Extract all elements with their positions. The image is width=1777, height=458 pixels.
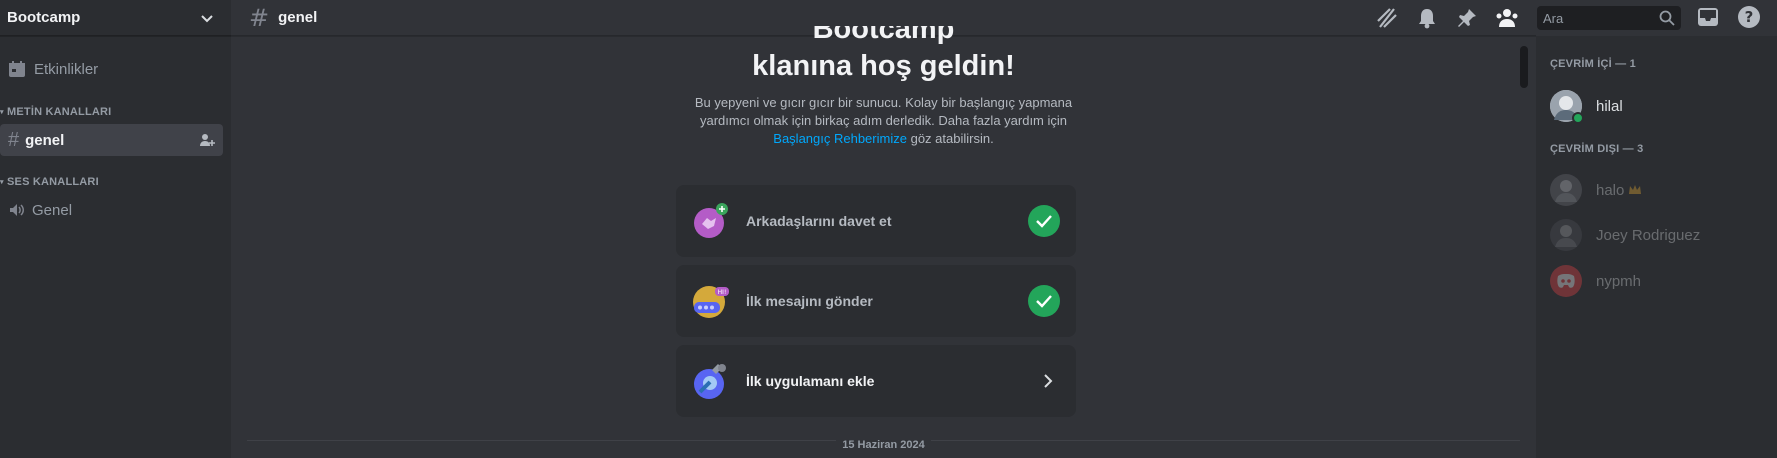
inbox-icon[interactable] [1696, 5, 1720, 33]
caret-down-icon: ▾ [0, 179, 4, 186]
avatar [1550, 90, 1584, 124]
calendar-icon [9, 61, 25, 77]
date-divider: 15 Haziran 2024 [231, 433, 1536, 452]
topbar-toolbar [1375, 0, 1535, 36]
chevron-right-icon [1036, 369, 1060, 393]
speaker-icon [10, 204, 24, 216]
svg-text:?: ? [1745, 8, 1754, 26]
online-status-icon [1572, 112, 1584, 124]
member-nypmh[interactable]: nypmh [1550, 263, 1642, 299]
member-joey-rodriguez[interactable]: Joey Rodriguez [1550, 217, 1701, 253]
text-category-label: METİN KANALLARI [7, 106, 112, 118]
hash-icon: # [8, 128, 20, 151]
date-label: 15 Haziran 2024 [836, 439, 931, 451]
member-name: halo [1596, 181, 1625, 199]
online-header: ÇEVRİM İÇİ — 1 [1550, 58, 1636, 70]
search-icon [1659, 10, 1675, 26]
task-label: İlk uygulamanı ekle [746, 373, 875, 389]
scrollbar-thumb[interactable] [1520, 46, 1528, 88]
task-label: İlk mesajını gönder [746, 293, 873, 309]
chevron-down-icon [201, 14, 213, 22]
events-item[interactable]: Etkinlikler [6, 52, 223, 86]
member-name: nypmh [1596, 272, 1642, 290]
channel-sidebar: Bootcamp Etkinlikler ▾ METİN KANALLARI #… [0, 0, 231, 458]
guide-link[interactable]: Başlangıç Rehberimize [773, 131, 907, 146]
members-icon[interactable] [1495, 6, 1519, 30]
server-header[interactable]: Bootcamp [0, 0, 231, 36]
text-category-header[interactable]: ▾ METİN KANALLARI [0, 104, 231, 120]
welcome-title-text: Bootcamp [812, 26, 955, 45]
task-invite-friends[interactable]: Arkadaşlarını davet et [676, 185, 1076, 257]
offline-header: ÇEVRİM DIŞI — 3 [1550, 143, 1644, 155]
member-halo[interactable]: halo [1550, 172, 1642, 208]
add-member-icon[interactable] [199, 132, 215, 148]
crown-icon [1629, 185, 1642, 194]
svg-text:HI!: HI! [718, 289, 727, 296]
member-name: Joey Rodriguez [1596, 226, 1701, 244]
welcome-section: Bootcamp klanına hoş geldin! Bu yepyeni … [231, 26, 1536, 148]
send-message-icon: HI! [692, 282, 730, 320]
channel-name: genel [25, 131, 65, 149]
chat-main: # genel Bootcamp klanına hoş geldin! Bu … [231, 0, 1536, 458]
help-icon[interactable]: ? [1737, 5, 1761, 33]
member-list: ÇEVRİM İÇİ — 1 hilal ÇEVRİM DIŞI — 3 hal… [1536, 36, 1777, 458]
search-box[interactable] [1537, 6, 1681, 30]
server-name: Bootcamp [7, 9, 81, 26]
check-icon [1028, 205, 1060, 237]
avatar [1550, 219, 1582, 251]
search-input[interactable] [1543, 10, 1653, 26]
welcome-desc-text-after: göz atabilirsin. [910, 131, 994, 146]
channel-title: genel [278, 9, 318, 26]
task-send-message[interactable]: HI! İlk mesajını gönder [676, 265, 1076, 337]
threads-icon[interactable] [1375, 6, 1399, 30]
app: Bootcamp Etkinlikler ▾ METİN KANALLARI #… [0, 0, 1777, 458]
chat-scrollbar[interactable] [1516, 36, 1532, 458]
avatar [1550, 174, 1582, 206]
invite-friends-icon [692, 202, 730, 240]
avatar [1550, 265, 1582, 297]
task-label: Arkadaşlarını davet et [746, 213, 892, 229]
task-add-app[interactable]: İlk uygulamanı ekle [676, 345, 1076, 417]
member-name: hilal [1596, 97, 1623, 115]
voice-category-header[interactable]: ▾ SES KANALLARI [0, 174, 231, 190]
add-app-icon [692, 362, 730, 400]
check-icon [1028, 285, 1060, 317]
channel-item-voice-genel[interactable]: Genel [0, 194, 223, 226]
events-label: Etkinlikler [34, 60, 99, 78]
welcome-description: Bu yepyeni ve gıcır gıcır bir sunucu. Ko… [674, 94, 1094, 148]
welcome-desc-text: Bu yepyeni ve gıcır gıcır bir sunucu. Ko… [694, 95, 1073, 128]
member-hilal[interactable]: hilal [1550, 88, 1623, 124]
voice-channel-name: Genel [32, 201, 73, 219]
channel-item-genel[interactable]: # genel [0, 124, 223, 156]
caret-down-icon: ▾ [0, 109, 4, 116]
welcome-title-line1: Bootcamp [231, 26, 1536, 48]
bell-icon[interactable] [1415, 6, 1439, 30]
voice-category-label: SES KANALLARI [7, 176, 99, 188]
pin-icon[interactable] [1455, 6, 1479, 30]
welcome-title-line2: klanına hoş geldin! [752, 50, 1015, 82]
